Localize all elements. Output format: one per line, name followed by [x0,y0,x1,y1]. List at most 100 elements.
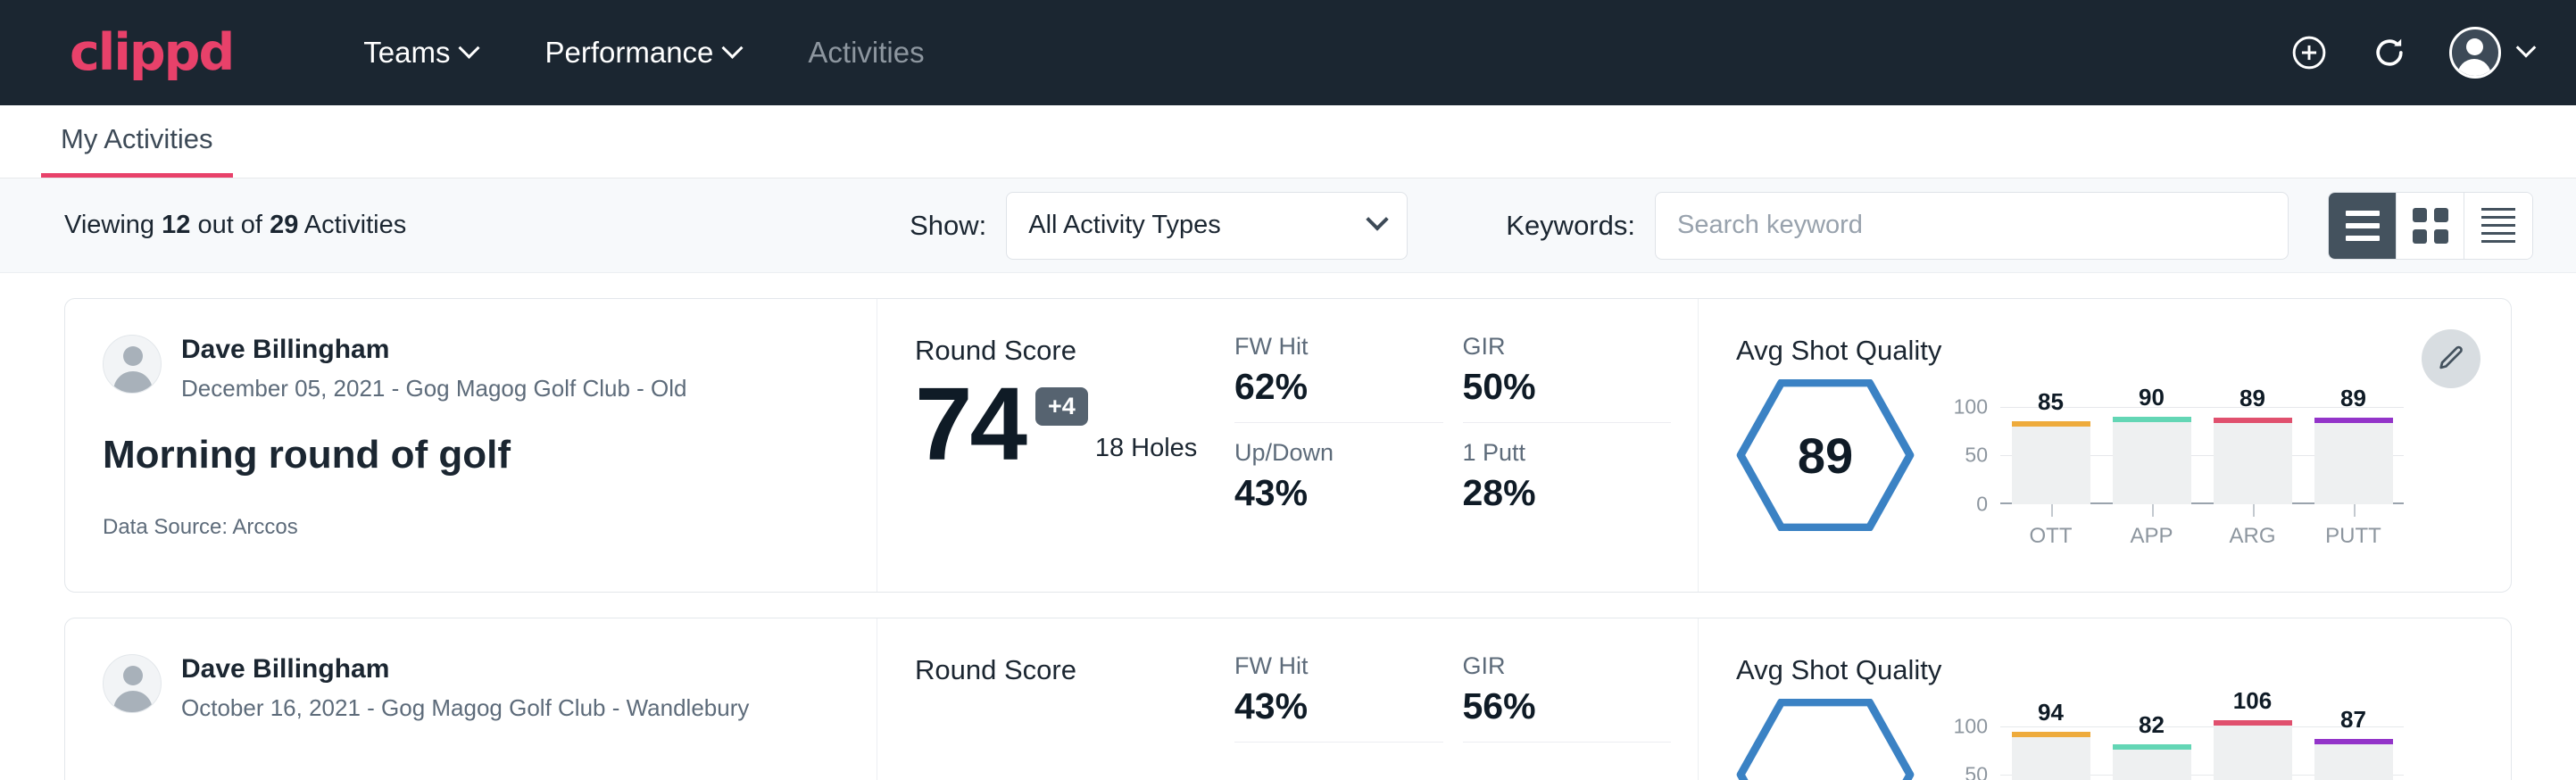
shot-quality-column: Avg Shot Quality 050100948210687OTTAPPAR… [1699,618,2511,780]
chart-bar-value-label: 87 [2340,706,2366,734]
edit-activity-button[interactable] [2422,329,2480,388]
chart-y-tick-label: 0 [1976,493,1988,517]
chart-bar-body [2012,737,2090,780]
chevron-down-icon [459,37,480,58]
view-mode-grid-button[interactable] [2397,193,2464,259]
chart-y-tick-label: 50 [1965,444,1988,468]
chart-plot-area: 050100948210687 [2000,717,2404,780]
round-score-row: 74 +4 18 Holes [915,372,1234,476]
chart-x-tick [2152,504,2154,517]
round-score-value: 74 [915,372,1025,476]
chart-bar-body [2314,423,2393,504]
viewing-prefix: Viewing [64,211,154,239]
nav-item-teams-label: Teams [363,36,450,70]
chart-bar[interactable]: 90 [2113,397,2191,504]
viewing-middle: out of [197,211,262,239]
filter-toolbar: Viewing 12 out of 29 Activities Show: Al… [0,178,2576,273]
keywords-label: Keywords: [1506,210,1635,242]
chart-x-tick-label: OTT [2012,524,2090,549]
stats-column: FW Hit 43% GIR 56% [1234,618,1699,780]
activity-list: Dave Billingham December 05, 2021 - Gog … [0,273,2576,780]
stat-gir: GIR 56% [1463,652,1672,743]
avg-shot-quality-title: Avg Shot Quality [1736,335,2404,367]
activity-meta: December 05, 2021 - Gog Magog Golf Club … [181,375,687,402]
shot-quality-bar-chart: 05010085908989OTTAPPARGPUTT [1950,374,2404,552]
activity-type-select[interactable]: All Activity Types [1006,192,1408,260]
user-menu[interactable] [2449,27,2533,79]
activity-card[interactable]: Dave Billingham December 05, 2021 - Gog … [64,298,2512,593]
nav-item-activities-label: Activities [808,36,924,70]
avatar [103,654,162,713]
add-button[interactable] [2289,32,2330,73]
stat-fw-hit-label: FW Hit [1234,652,1443,680]
chart-x-tick-label: PUTT [2314,524,2393,549]
stat-gir-label: GIR [1463,333,1672,361]
refresh-button[interactable] [2369,32,2410,73]
clippd-logo[interactable]: clippd [70,28,233,79]
viewing-summary: Viewing 12 out of 29 Activities [64,211,406,240]
keyword-search-box[interactable] [1655,192,2289,260]
chart-x-tick [2354,504,2356,517]
stat-fw-hit-value: 43% [1234,685,1443,727]
chart-bar[interactable]: 85 [2012,397,2090,504]
avg-shot-quality-value: 89 [1736,379,1915,531]
stat-up-down: Up/Down 43% [1234,439,1443,528]
chart-bar-value-label: 94 [2038,699,2064,726]
nav-item-activities[interactable]: Activities [774,36,958,70]
player-header: Dave Billingham December 05, 2021 - Gog … [103,335,877,402]
shot-quality-column: Avg Shot Quality 89 05010085908989OTTAPP… [1699,299,2511,592]
activity-meta: October 16, 2021 - Gog Magog Golf Club -… [181,694,749,722]
view-mode-compact-button[interactable] [2464,193,2532,259]
top-navigation-bar: clippd Teams Performance Activities [0,0,2576,105]
top-nav-actions [2289,27,2533,79]
stat-fw-hit-label: FW Hit [1234,333,1443,361]
stat-one-putt: 1 Putt 28% [1463,439,1672,528]
chart-y-tick-label: 100 [1954,394,1988,419]
stat-gir-label: GIR [1463,652,1672,680]
chart-bar-value-label: 82 [2139,711,2165,739]
chart-bar[interactable]: 94 [2012,717,2090,780]
chevron-down-icon [1367,208,1389,230]
stat-gir-value: 56% [1463,685,1672,727]
stat-one-putt-value: 28% [1463,472,1672,514]
stat-gir: GIR 50% [1463,333,1672,423]
stats-grid: FW Hit 62% GIR 50% Up/Down 43% 1 Putt 28… [1234,333,1671,528]
search-input[interactable] [1677,211,2266,240]
plus-circle-icon [2289,33,2329,72]
chart-bar-body [2314,744,2393,780]
nav-item-teams[interactable]: Teams [329,36,511,70]
chart-x-tick [2051,504,2053,517]
activity-info-column: Dave Billingham October 16, 2021 - Gog M… [65,618,877,780]
player-name: Dave Billingham [181,335,687,366]
grid-view-icon [2413,208,2448,244]
chart-y-tick-label: 100 [1954,714,1988,738]
activity-type-value: All Activity Types [1028,211,1369,240]
shot-quality-bar-chart: 050100948210687OTTAPPARGPUTT [1950,693,2404,780]
nav-item-performance[interactable]: Performance [511,36,774,70]
view-mode-list-button[interactable] [2329,193,2397,259]
round-score-column: Round Score [877,618,1234,780]
chart-bar-body [2012,427,2090,504]
player-header: Dave Billingham October 16, 2021 - Gog M… [103,654,877,722]
viewing-suffix: Activities [304,211,406,239]
player-name: Dave Billingham [181,654,749,685]
chart-bar-value-label: 89 [2239,385,2265,412]
stat-fw-hit: FW Hit 62% [1234,333,1443,423]
tab-strip: My Activities [0,105,2576,178]
chart-bar[interactable]: 89 [2314,397,2393,504]
view-mode-toggle-group [2328,192,2533,260]
chart-bar[interactable]: 82 [2113,717,2191,780]
activity-card[interactable]: Dave Billingham October 16, 2021 - Gog M… [64,618,2512,780]
chart-bar-value-label: 89 [2340,385,2366,412]
chart-bar-body [2113,422,2191,504]
score-differential-badge: +4 [1035,387,1088,426]
chart-bar[interactable]: 106 [2214,717,2292,780]
chart-plot-area: 05010085908989 [2000,397,2404,504]
viewing-count: 12 [162,211,190,239]
stats-grid: FW Hit 43% GIR 56% [1234,652,1671,759]
chevron-down-icon [2516,37,2537,58]
chart-bar[interactable]: 87 [2314,717,2393,780]
tab-my-activities[interactable]: My Activities [41,123,233,178]
chart-bar[interactable]: 89 [2214,397,2292,504]
shot-quality-body: 89 05010085908989OTTAPPARGPUTT [1736,374,2404,552]
